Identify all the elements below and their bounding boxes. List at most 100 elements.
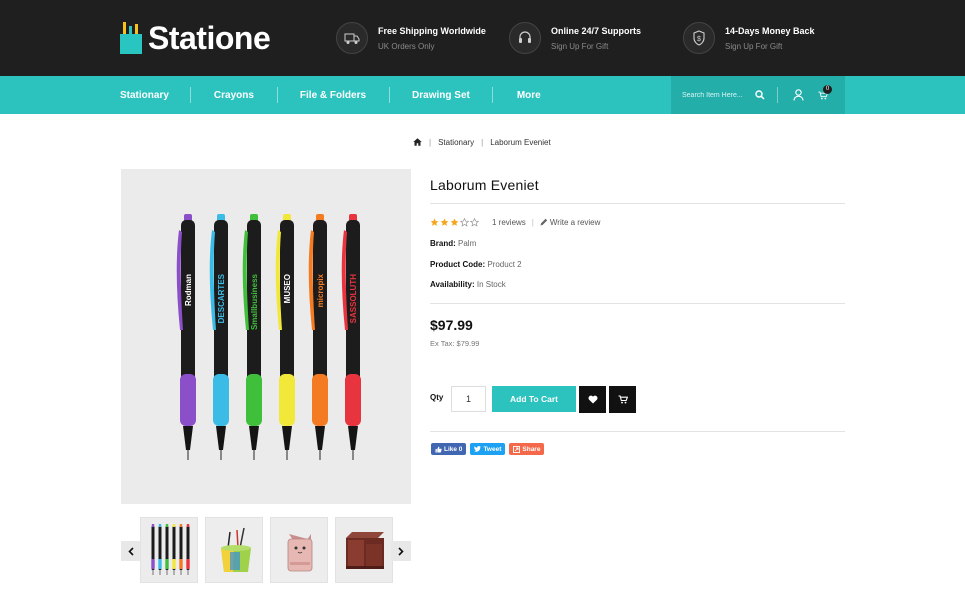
cart-icon bbox=[618, 395, 628, 404]
availability-label: Availability: bbox=[430, 280, 475, 289]
brand-value[interactable]: Palm bbox=[458, 239, 476, 248]
twitter-icon bbox=[474, 446, 482, 452]
pen-print-text: SASSOLUTH bbox=[349, 274, 358, 324]
share-button[interactable]: Share bbox=[509, 443, 545, 455]
brand-label: Brand: bbox=[430, 239, 456, 248]
pen-print-text: MUSEO bbox=[283, 274, 292, 303]
facebook-like-button[interactable]: Like 0 bbox=[431, 443, 467, 455]
feature-subtitle: UK Orders Only bbox=[378, 42, 435, 51]
chevron-left-icon bbox=[128, 546, 134, 556]
reviews-link[interactable]: 1 reviews bbox=[492, 218, 526, 227]
share-icon bbox=[513, 445, 521, 453]
breadcrumb-separator: | bbox=[429, 137, 432, 147]
feature-subtitle: Sign Up For Gift bbox=[551, 42, 609, 51]
breadcrumb-link-stationary[interactable]: Stationary bbox=[438, 138, 474, 147]
breadcrumb-separator: | bbox=[481, 137, 484, 147]
share-label: Share bbox=[522, 445, 541, 453]
thumbnail-pens[interactable] bbox=[140, 517, 198, 583]
feature-title: 14-Days Money Back bbox=[725, 26, 815, 36]
breadcrumb: | Stationary | Laborum Eveniet bbox=[413, 136, 551, 148]
nav-divider bbox=[389, 87, 391, 103]
divider bbox=[430, 203, 845, 204]
rating-separator: | bbox=[531, 217, 534, 227]
pen-thumbnail-mark bbox=[165, 524, 169, 575]
feature-title: Online 24/7 Supports bbox=[551, 26, 642, 36]
home-icon[interactable] bbox=[413, 138, 422, 146]
availability-info: Availability: In Stock bbox=[430, 280, 506, 289]
pen-thumbnail-mark bbox=[158, 524, 162, 575]
nav-divider bbox=[276, 87, 278, 103]
rating-row: 1 reviews | Write a review bbox=[430, 216, 600, 228]
star-filled-icon bbox=[440, 218, 449, 226]
nav-divider bbox=[189, 87, 191, 103]
pens-image: Rodman DESCARTES Smallbusiness MUSEO micropi… bbox=[176, 214, 361, 460]
product-code-info: Product Code: Product 2 bbox=[430, 260, 522, 269]
divider bbox=[430, 431, 845, 432]
product-price: $97.99 bbox=[430, 317, 473, 333]
thumbs-up-icon bbox=[435, 446, 442, 452]
pen-thumbnail-mark bbox=[186, 524, 190, 575]
qty-input[interactable] bbox=[451, 386, 486, 412]
chevron-right-icon bbox=[398, 546, 404, 556]
product-code-value: Product 2 bbox=[487, 260, 522, 269]
product-main-image[interactable]: Rodman DESCARTES Smallbusiness MUSEO micropi… bbox=[121, 169, 411, 504]
nav-item-stationary[interactable]: Stationary bbox=[120, 76, 169, 114]
pen-print-text: Rodman bbox=[184, 274, 193, 306]
star-empty-icon bbox=[460, 217, 469, 227]
carousel-next-button[interactable] bbox=[391, 541, 411, 561]
write-review-link[interactable]: Write a review bbox=[540, 217, 601, 227]
nav-item-file-folders[interactable]: File & Folders bbox=[300, 76, 366, 114]
svg-text:$: $ bbox=[697, 36, 701, 43]
pen-thumbnail-mark bbox=[172, 524, 176, 575]
search-icon bbox=[755, 90, 765, 100]
star-filled-icon bbox=[430, 218, 439, 226]
pen-print-text: DESCARTES bbox=[217, 273, 226, 323]
pen-illustration bbox=[242, 214, 262, 460]
cart-count-badge: 0 bbox=[823, 85, 832, 94]
nav-item-more[interactable]: More bbox=[517, 76, 541, 114]
wooden-organizer-thumbnail-image bbox=[336, 518, 392, 582]
cart-button[interactable] bbox=[818, 76, 828, 114]
brand-name: Statione bbox=[148, 20, 271, 56]
availability-value: In Stock bbox=[476, 280, 506, 289]
pen-illustration bbox=[308, 214, 328, 460]
star-filled-icon bbox=[450, 218, 459, 226]
truck-icon bbox=[336, 22, 368, 54]
pen-illustration bbox=[275, 214, 295, 460]
pen-illustration bbox=[176, 214, 196, 460]
search-button[interactable] bbox=[753, 76, 767, 114]
thumbnail-cat-pouch[interactable] bbox=[270, 517, 328, 583]
search-input[interactable] bbox=[671, 76, 753, 114]
logo[interactable]: Statione bbox=[120, 16, 271, 56]
brand-info: Brand: Palm bbox=[430, 239, 476, 248]
nav-divider bbox=[491, 87, 493, 103]
star-rating bbox=[430, 217, 480, 227]
pen-thumbnail-mark bbox=[179, 524, 183, 575]
add-to-wishlist-button[interactable] bbox=[579, 386, 606, 413]
heart-icon bbox=[588, 395, 597, 404]
tweet-button[interactable]: Tweet bbox=[470, 443, 506, 455]
qty-label: Qty bbox=[430, 393, 444, 402]
thumbnail-wooden-organizer[interactable] bbox=[335, 517, 393, 583]
tweet-label: Tweet bbox=[483, 445, 502, 453]
add-to-cart-button[interactable]: Add To Cart bbox=[492, 386, 576, 412]
feature-shipping: Free Shipping Worldwide UK Orders Only bbox=[336, 22, 486, 56]
nav-item-drawing-set[interactable]: Drawing Set bbox=[412, 76, 470, 114]
pen-holder-thumbnail-image bbox=[206, 518, 262, 582]
thumbnail-pen-holder[interactable] bbox=[205, 517, 263, 583]
account-button[interactable] bbox=[778, 76, 818, 114]
compare-button[interactable] bbox=[609, 386, 636, 413]
user-icon bbox=[792, 89, 804, 101]
top-header: Statione Free Shipping Worldwide UK Orde… bbox=[0, 0, 965, 76]
nav-item-crayons[interactable]: Crayons bbox=[214, 76, 254, 114]
write-review-label: Write a review bbox=[549, 217, 601, 227]
breadcrumb-link-current[interactable]: Laborum Eveniet bbox=[490, 138, 550, 147]
social-share: Like 0 Tweet Share bbox=[431, 443, 548, 455]
feature-subtitle: Sign Up For Gift bbox=[725, 42, 783, 51]
ex-tax-price: Ex Tax: $79.99 bbox=[430, 339, 480, 348]
carousel-prev-button[interactable] bbox=[121, 541, 141, 561]
pen-thumbnail-mark bbox=[151, 524, 155, 575]
facebook-like-label: Like 0 bbox=[444, 445, 463, 453]
money-back-icon: $ bbox=[683, 22, 715, 54]
pencil-icon bbox=[540, 218, 548, 226]
